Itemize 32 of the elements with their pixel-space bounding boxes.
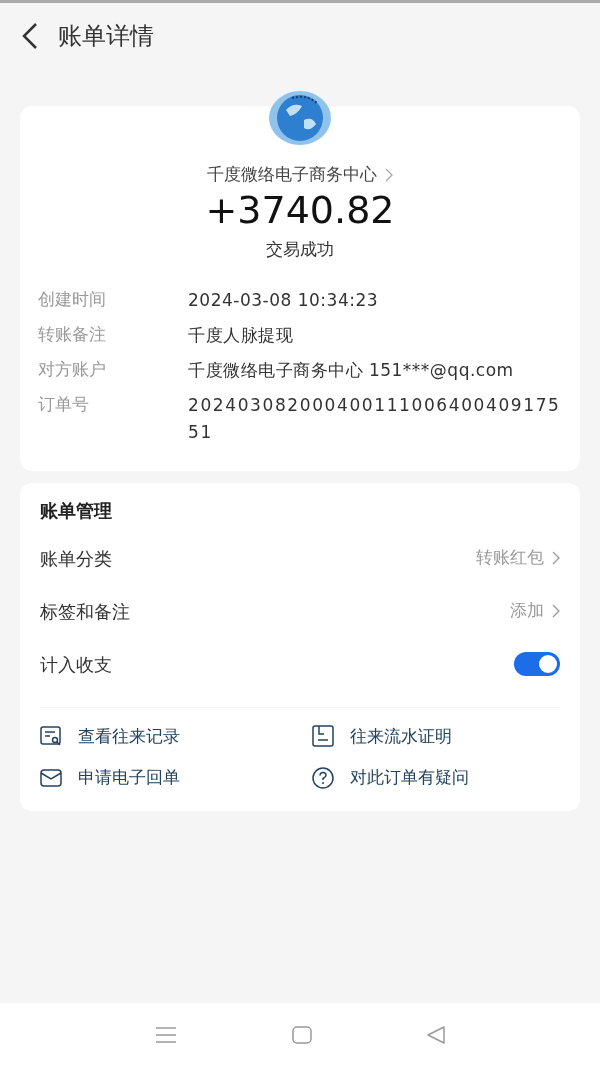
setting-label: 计入收支 <box>40 652 112 677</box>
action-link[interactable]: 查看往来记录 <box>40 723 180 750</box>
action-link[interactable]: 对此订单有疑问 <box>312 765 469 791</box>
detail-label: 对方账户 <box>38 357 107 381</box>
document-icon <box>312 725 334 748</box>
setting-label: 标签和备注 <box>40 599 130 624</box>
chevron-right-icon <box>385 167 393 182</box>
menu-icon[interactable] <box>155 1025 177 1044</box>
detail-value: 千度人脉提现 <box>188 324 293 345</box>
home-icon[interactable] <box>292 1025 312 1044</box>
back-icon[interactable] <box>20 22 40 50</box>
action-link[interactable]: 往来流水证明 <box>312 723 452 750</box>
detail-value: 千度微络电子商务中心 151***@qq.com <box>188 359 514 380</box>
detail-label: 创建时间 <box>38 287 107 311</box>
detail-value: 2024-03-08 10:34:23 <box>188 289 379 310</box>
action-link[interactable]: 申请电子回单 <box>40 765 180 791</box>
detail-value: 20240308200040011100640040917551 <box>188 395 561 443</box>
chevron-right-icon <box>552 551 560 566</box>
merchant-name[interactable]: 千度微络电子商务中心 <box>207 162 377 188</box>
detail-label: 转账备注 <box>38 322 107 346</box>
amount: +3740.82 <box>205 187 395 232</box>
detail-label: 订单号 <box>38 393 90 417</box>
toggle-switch[interactable] <box>514 652 560 677</box>
help-icon <box>312 766 334 789</box>
merchant-logo <box>268 90 332 146</box>
setting-label: 账单分类 <box>40 546 112 571</box>
chevron-right-icon <box>552 604 560 619</box>
transaction-status: 交易成功 <box>266 239 334 260</box>
page-title: 账单详情 <box>58 21 154 52</box>
section-title: 账单管理 <box>40 499 112 521</box>
document-search-icon <box>40 725 62 748</box>
mail-icon <box>40 768 62 787</box>
